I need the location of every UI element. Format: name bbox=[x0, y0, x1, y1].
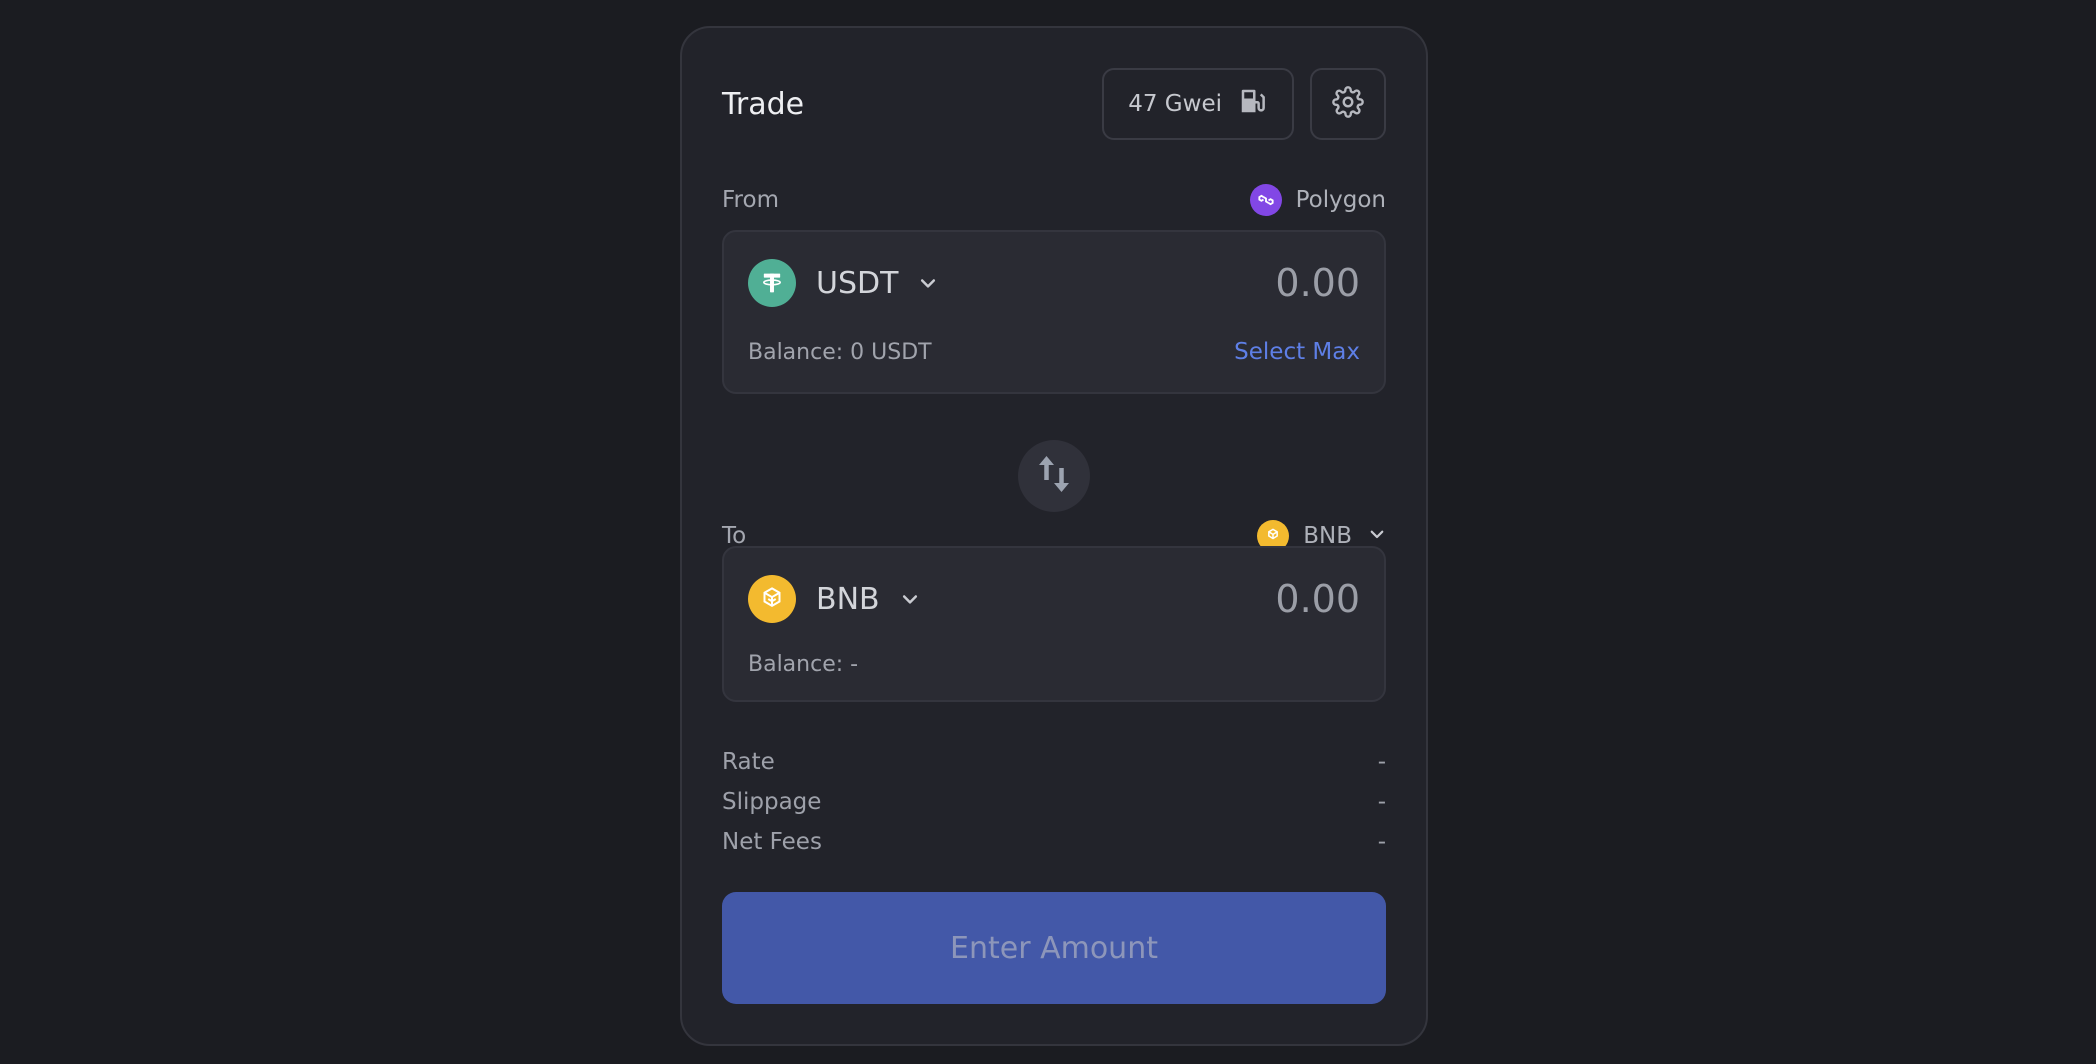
from-token-box: USDT 0.00 Balance: 0 USDT Select Max bbox=[722, 230, 1386, 394]
to-balance-row: Balance: - bbox=[748, 644, 1360, 684]
to-amount-input[interactable]: 0.00 bbox=[1275, 577, 1360, 621]
trade-info: Rate - Slippage - Net Fees - bbox=[722, 742, 1386, 862]
from-token-row: USDT 0.00 bbox=[748, 258, 1360, 308]
net-fees-value: - bbox=[1377, 829, 1386, 855]
rate-label: Rate bbox=[722, 749, 775, 775]
chevron-down-icon bbox=[918, 266, 938, 301]
from-amount-input[interactable]: 0.00 bbox=[1275, 261, 1360, 305]
from-network: Polygon bbox=[1249, 184, 1386, 216]
header-actions: 47 Gwei bbox=[1102, 68, 1386, 140]
select-max-link[interactable]: Select Max bbox=[1234, 339, 1360, 365]
info-row-net-fees: Net Fees - bbox=[722, 822, 1386, 862]
polygon-icon bbox=[1249, 184, 1282, 216]
from-label: From bbox=[722, 187, 779, 213]
to-token-selector[interactable]: BNB bbox=[748, 575, 920, 623]
from-label-row: From Polygon bbox=[722, 180, 1386, 220]
rate-value: - bbox=[1377, 749, 1386, 775]
settings-button[interactable] bbox=[1310, 68, 1386, 140]
enter-amount-button[interactable]: Enter Amount bbox=[722, 892, 1386, 1004]
slippage-value: - bbox=[1377, 789, 1386, 815]
swap-arrows-icon bbox=[1036, 453, 1072, 499]
to-token-symbol: BNB bbox=[816, 581, 880, 617]
gas-price-label: 47 Gwei bbox=[1128, 91, 1222, 117]
bnb-icon bbox=[748, 575, 796, 623]
from-network-label: Polygon bbox=[1295, 187, 1386, 213]
page-title: Trade bbox=[722, 86, 805, 122]
swap-direction-button[interactable] bbox=[1018, 440, 1090, 512]
from-balance: Balance: 0 USDT bbox=[748, 339, 932, 365]
gas-pump-icon bbox=[1238, 86, 1268, 122]
trade-header: Trade 47 Gwei bbox=[722, 68, 1386, 140]
to-token-row: BNB 0.00 bbox=[748, 574, 1360, 624]
info-row-rate: Rate - bbox=[722, 742, 1386, 782]
to-token-box: BNB 0.00 Balance: - bbox=[722, 546, 1386, 702]
gas-price-button[interactable]: 47 Gwei bbox=[1102, 68, 1294, 140]
from-balance-row: Balance: 0 USDT Select Max bbox=[748, 332, 1360, 372]
info-row-slippage: Slippage - bbox=[722, 782, 1386, 822]
slippage-label: Slippage bbox=[722, 789, 822, 815]
trade-card: Trade 47 Gwei From Polygon USDT 0.00 Bal… bbox=[680, 26, 1428, 1046]
from-token-selector[interactable]: USDT bbox=[748, 259, 938, 307]
chevron-down-icon bbox=[900, 582, 920, 617]
to-balance: Balance: - bbox=[748, 651, 859, 677]
gear-icon bbox=[1332, 86, 1364, 122]
net-fees-label: Net Fees bbox=[722, 829, 822, 855]
tether-icon bbox=[748, 259, 796, 307]
from-token-symbol: USDT bbox=[816, 265, 899, 301]
